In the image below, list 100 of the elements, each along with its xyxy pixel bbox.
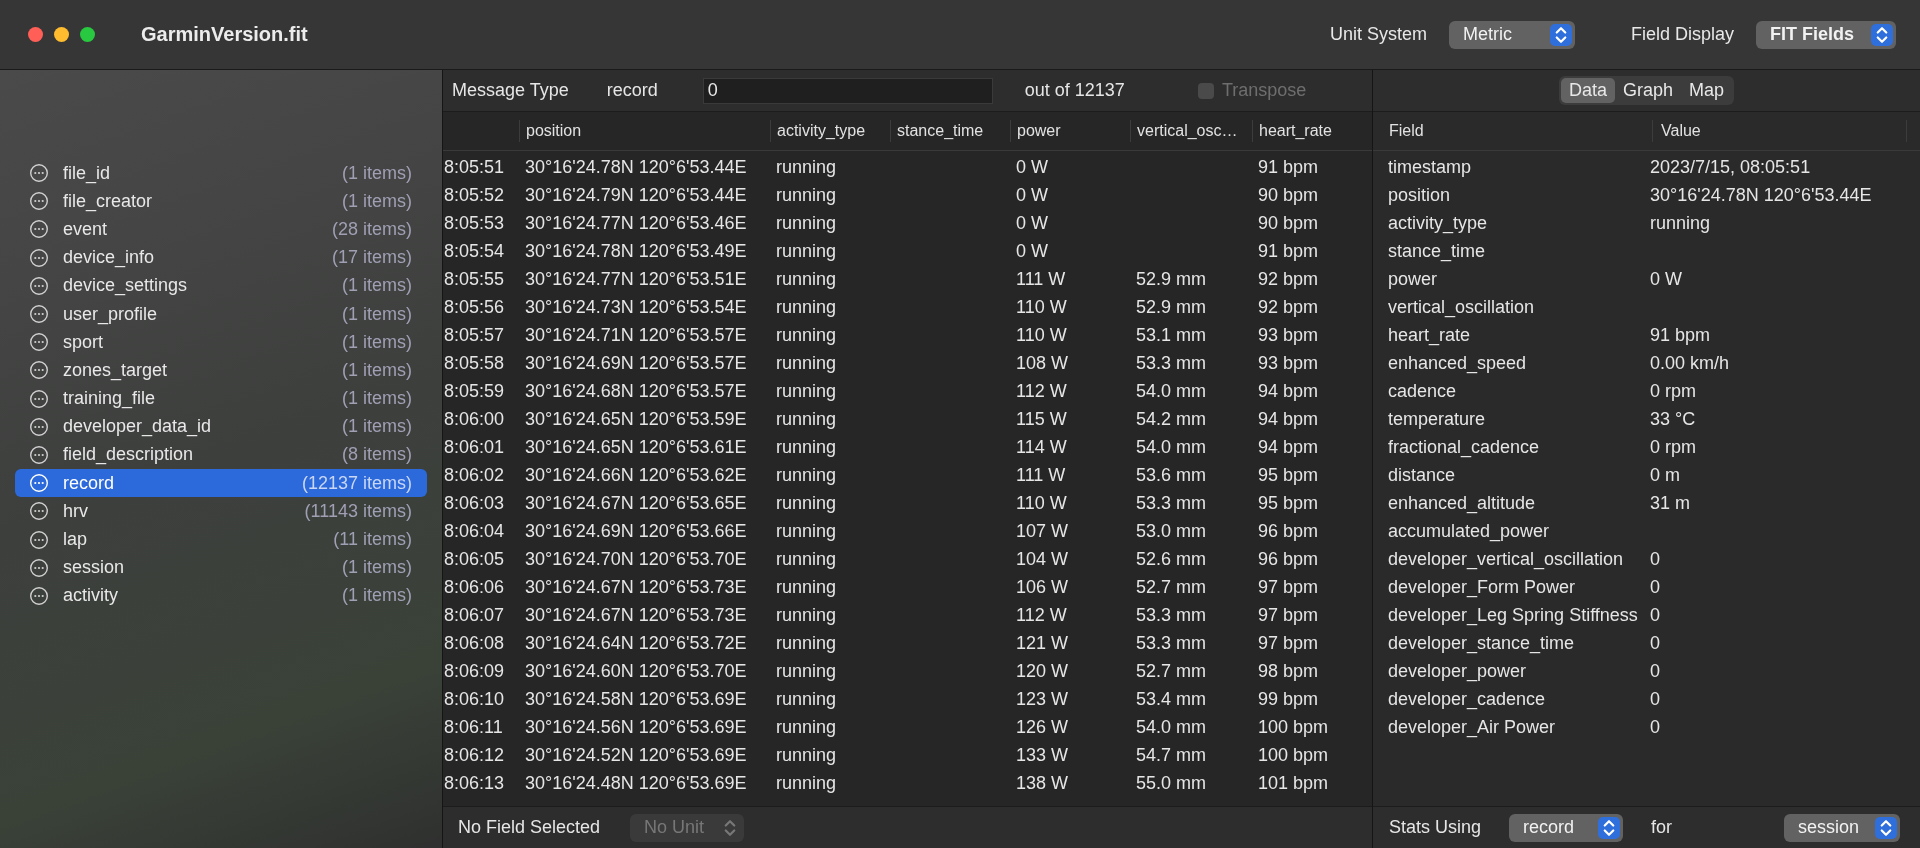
table-cell-text: 100 bpm bbox=[1257, 744, 1330, 766]
table-cell-text: 30°16'24.78N 120°6'53.49E bbox=[524, 240, 748, 262]
column-header[interactable]: position bbox=[519, 120, 770, 142]
table-cell-text: running bbox=[775, 772, 838, 794]
stats-scope-popup[interactable]: session bbox=[1784, 813, 1900, 842]
table-cell-text: running bbox=[775, 240, 838, 262]
table-cell-text: running bbox=[775, 492, 838, 514]
table-cell-text: 30°16'24.65N 120°6'53.61E bbox=[524, 436, 748, 458]
table-cell-text: 8:06:12 bbox=[443, 744, 506, 766]
table-cell-text: 8:05:57 bbox=[443, 324, 506, 346]
sidebar-item[interactable]: event (28 items) bbox=[15, 215, 427, 244]
table-cell-text: 30°16'24.69N 120°6'53.66E bbox=[524, 520, 748, 542]
table-cell-text: 133 W bbox=[1015, 744, 1070, 766]
stats-source-popup[interactable]: record bbox=[1509, 813, 1624, 842]
table-cell-text: 8:06:08 bbox=[443, 632, 506, 654]
table-cell-text: 112 W bbox=[1015, 604, 1068, 626]
field-display-label: Field Display bbox=[1630, 24, 1734, 45]
caret-icon bbox=[1598, 816, 1621, 839]
table-cell-text: 53.3 mm bbox=[1135, 632, 1208, 654]
table-cell-text: 8:05:54 bbox=[443, 240, 506, 262]
sidebar-item[interactable]: field_description (8 items) bbox=[15, 440, 427, 470]
table-cell-text: running bbox=[775, 352, 838, 374]
table-cell-text: 94 bpm bbox=[1257, 436, 1320, 458]
view-tab[interactable]: Data bbox=[1560, 78, 1615, 103]
sidebar-item[interactable]: training_file (1 items) bbox=[15, 384, 427, 413]
table-cell-text: 30°16'24.64N 120°6'53.72E bbox=[524, 632, 748, 654]
table-cell-text: 97 bpm bbox=[1257, 632, 1320, 654]
table-cell-text: 53.3 mm bbox=[1135, 352, 1208, 374]
ellipsis-circle-icon bbox=[29, 163, 49, 184]
table-cell-text: 30°16'24.71N 120°6'53.57E bbox=[524, 324, 748, 346]
unit-system-popup[interactable]: Metric bbox=[1448, 20, 1575, 49]
column-header[interactable]: heart_rate bbox=[1252, 120, 1372, 142]
field-value: 0 bbox=[1650, 632, 1660, 654]
field-value: 31 m bbox=[1650, 492, 1691, 514]
sidebar-item[interactable]: device_settings (1 items) bbox=[15, 271, 427, 300]
table-cell-text: 96 bpm bbox=[1257, 548, 1320, 570]
sidebar-item[interactable]: activity (1 items) bbox=[15, 581, 427, 610]
sidebar-item[interactable]: user_profile (1 items) bbox=[15, 299, 427, 329]
view-tab[interactable]: Graph bbox=[1615, 78, 1681, 103]
table-cell-text: 53.3 mm bbox=[1135, 604, 1208, 626]
for-label: for bbox=[1651, 817, 1673, 838]
column-header[interactable]: vertical_osc… bbox=[1130, 120, 1252, 142]
sidebar-item[interactable]: hrv (11143 items) bbox=[15, 497, 427, 526]
field-value: 0 bbox=[1650, 548, 1660, 570]
sidebar-item[interactable]: zones_target (1 items) bbox=[15, 356, 427, 385]
table-cell-text: 53.4 mm bbox=[1135, 688, 1208, 710]
field-value: 0.00 km/h bbox=[1650, 352, 1730, 374]
table-cell-text: 54.2 mm bbox=[1135, 408, 1208, 430]
table-cell-text: 8:06:07 bbox=[443, 604, 506, 626]
table-cell-text: 53.0 mm bbox=[1135, 520, 1208, 542]
column-header[interactable]: power bbox=[1010, 120, 1130, 142]
field-display-popup[interactable]: FIT Fields bbox=[1756, 20, 1896, 49]
sidebar-item[interactable]: record (12137 items) bbox=[15, 469, 427, 498]
column-header[interactable]: Field bbox=[1373, 120, 1653, 142]
field-value: 0 bbox=[1650, 688, 1660, 710]
table-cell-text: running bbox=[775, 576, 838, 598]
table-cell-text: 123 W bbox=[1015, 688, 1070, 710]
table-cell-text: 55.0 mm bbox=[1135, 772, 1208, 794]
zoom-button[interactable] bbox=[80, 27, 95, 42]
sidebar-item[interactable]: lap (11 items) bbox=[15, 525, 427, 554]
table-cell-text: 54.0 mm bbox=[1135, 436, 1208, 458]
table-cell-text: 8:06:00 bbox=[443, 408, 506, 430]
table-cell-text: 91 bpm bbox=[1257, 156, 1320, 178]
sidebar-item[interactable]: file_id (1 items) bbox=[15, 159, 427, 188]
table-cell-text: 99 bpm bbox=[1257, 688, 1320, 710]
table-cell-text: running bbox=[775, 464, 838, 486]
table-cell-text: 0 W bbox=[1015, 156, 1049, 178]
message-type-label: Message Type bbox=[452, 80, 569, 101]
table-cell-text: 121 W bbox=[1015, 632, 1070, 654]
table-cell-text: 108 W bbox=[1015, 352, 1070, 374]
minimize-button[interactable] bbox=[54, 27, 69, 42]
sidebar-item[interactable]: device_info (17 items) bbox=[15, 243, 427, 272]
column-header[interactable]: stance_time bbox=[890, 120, 1010, 142]
table-cell-text: 30°16'24.70N 120°6'53.70E bbox=[524, 548, 748, 570]
table-cell-text: 110 W bbox=[1015, 296, 1068, 318]
table-cell-text: 120 W bbox=[1015, 660, 1070, 682]
table-cell-text: 52.9 mm bbox=[1135, 296, 1208, 318]
column-header[interactable]: Value bbox=[1653, 120, 1907, 142]
table-cell-text: 93 bpm bbox=[1257, 352, 1320, 374]
record-index-field[interactable]: 0 bbox=[702, 77, 993, 104]
sidebar-item[interactable]: file_creator (1 items) bbox=[15, 187, 427, 216]
ellipsis-circle-icon bbox=[29, 416, 49, 437]
sidebar-item[interactable]: session (1 items) bbox=[15, 553, 427, 582]
table-cell-text: 8:06:02 bbox=[443, 464, 506, 486]
sidebar-item[interactable]: sport (1 items) bbox=[15, 328, 427, 357]
table-cell-text: running bbox=[775, 296, 838, 318]
view-tab[interactable]: Map bbox=[1681, 78, 1733, 103]
table-cell-text: 8:06:03 bbox=[443, 492, 506, 514]
table-cell-text: 111 W bbox=[1015, 268, 1067, 290]
column-header[interactable]: activity_type bbox=[770, 120, 890, 142]
table-cell-text: 30°16'24.69N 120°6'53.57E bbox=[524, 352, 748, 374]
sidebar-item[interactable]: developer_data_id (1 items) bbox=[15, 412, 427, 441]
close-button[interactable] bbox=[28, 27, 43, 42]
table-cell-text: 90 bpm bbox=[1257, 184, 1320, 206]
field-value: 2023/7/15, 08:05:51 bbox=[1650, 156, 1811, 178]
table-cell-text: running bbox=[775, 156, 838, 178]
field-name: enhanced_speed bbox=[1387, 352, 1528, 374]
ellipsis-circle-icon bbox=[29, 360, 49, 381]
table-cell-text: running bbox=[775, 520, 838, 542]
window-title: GarminVersion.fit bbox=[141, 23, 308, 46]
